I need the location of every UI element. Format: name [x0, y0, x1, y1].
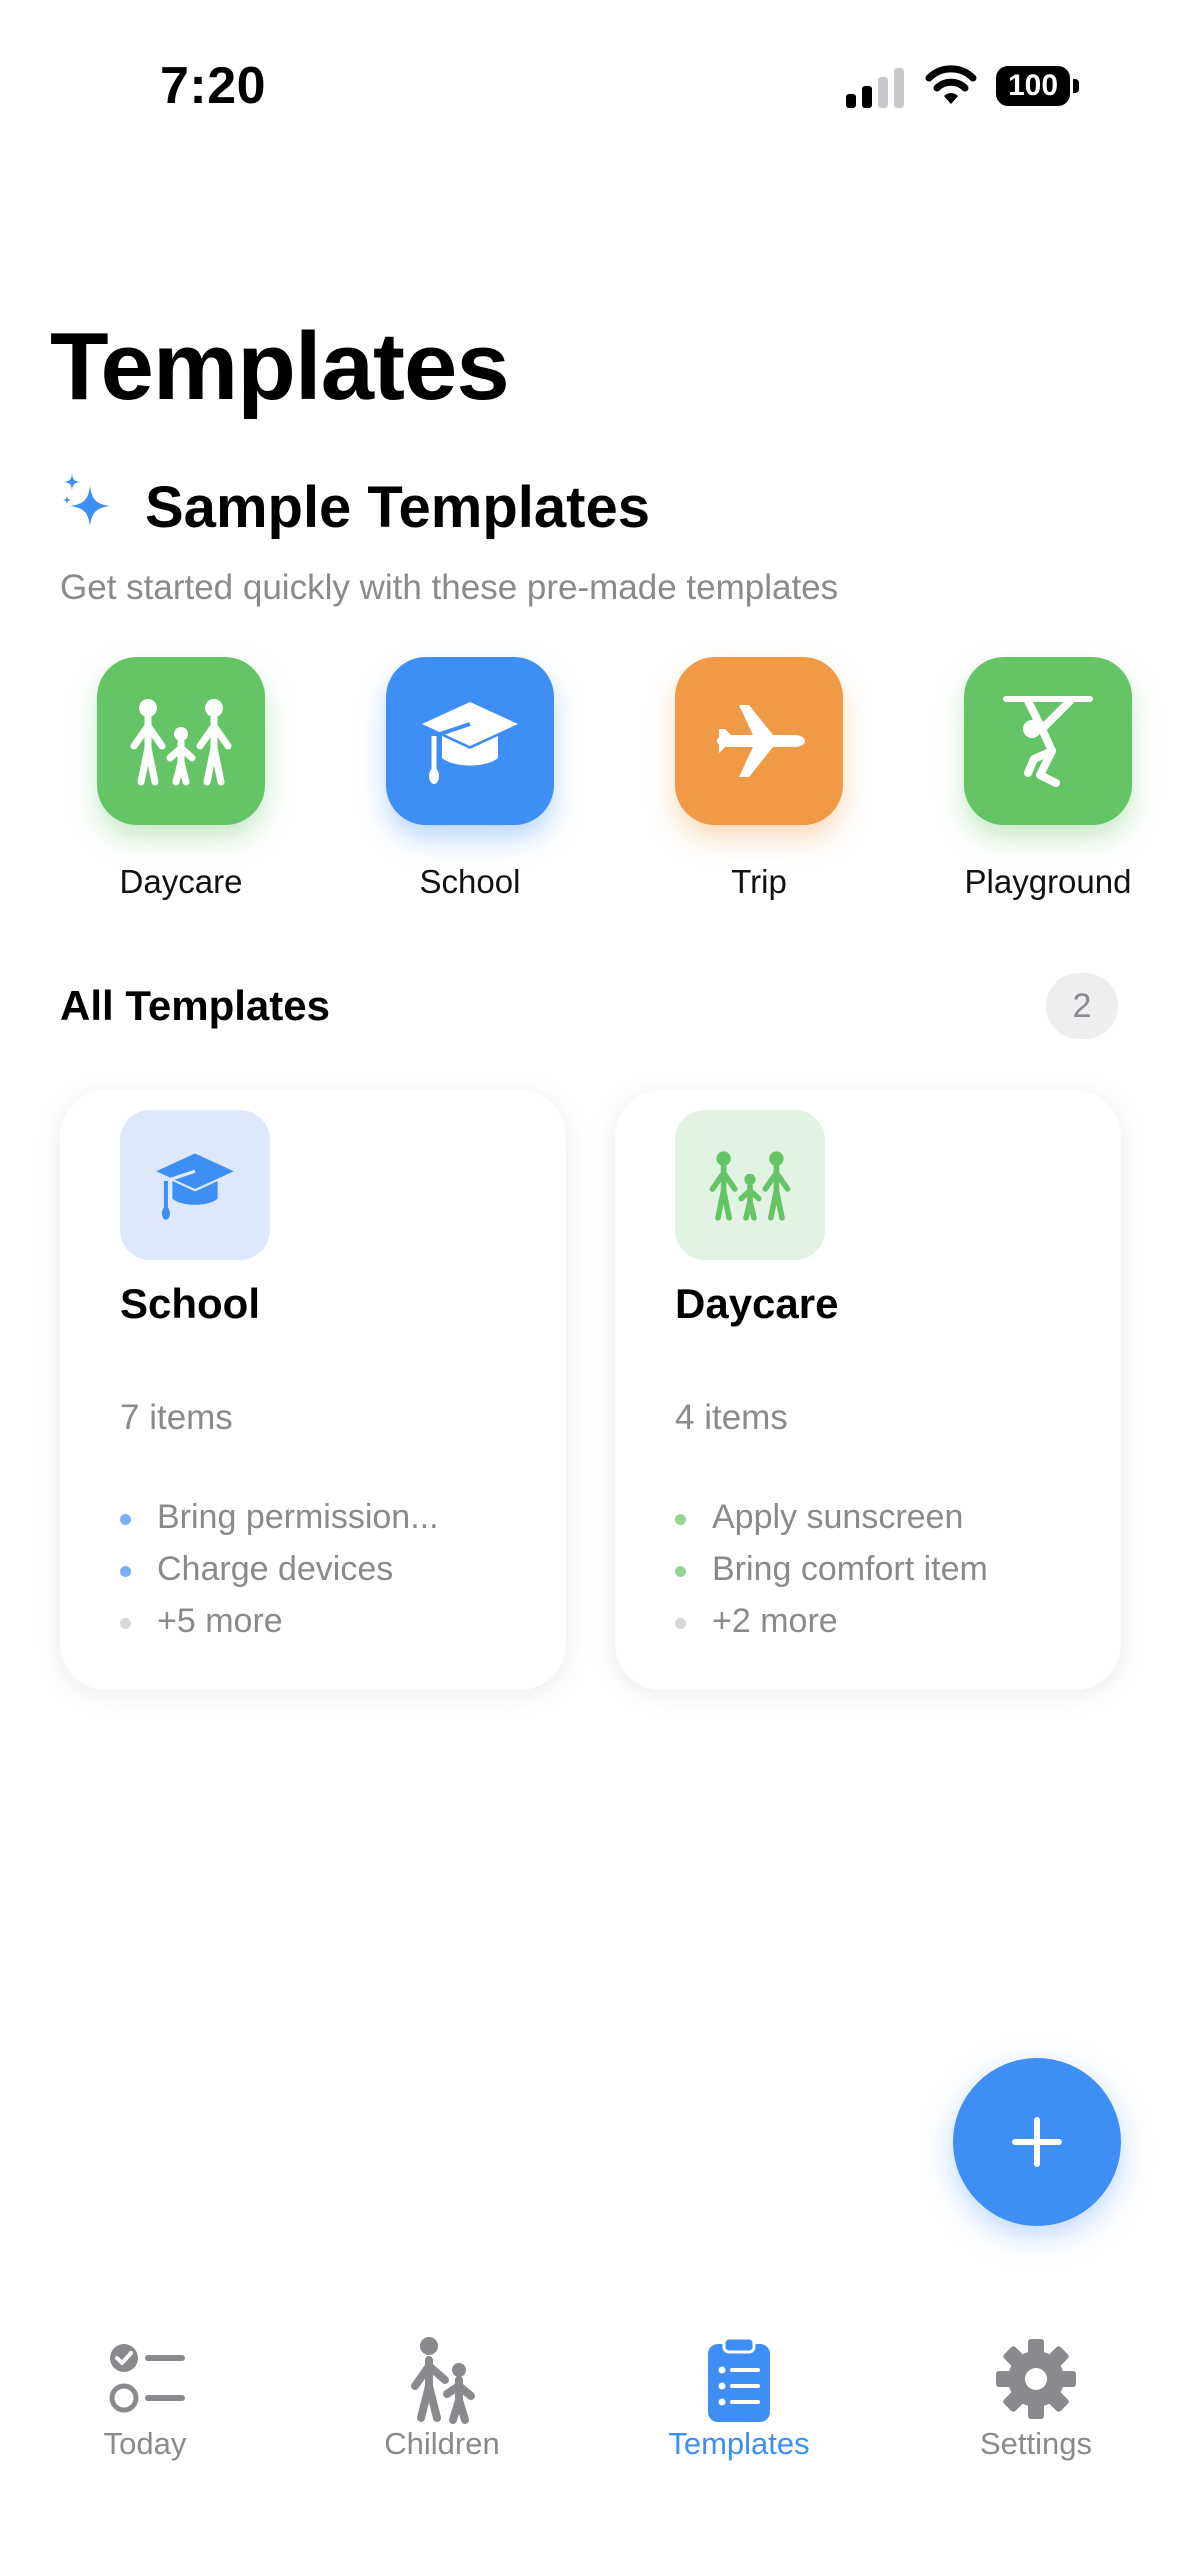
sample-template-school[interactable]: School	[325, 657, 615, 907]
tab-children[interactable]: Children	[327, 2320, 557, 2480]
card-item-count: 4 items	[675, 1398, 788, 1437]
checklist-icon	[109, 2344, 185, 2413]
bullet-dot	[675, 1514, 686, 1525]
sample-template-label: Trip	[731, 863, 787, 900]
sample-template-playground[interactable]: Playground	[903, 657, 1179, 907]
tab-today[interactable]: Today	[30, 2320, 260, 2480]
parent-child-icon	[411, 2337, 475, 2424]
status-time: 7:20	[160, 57, 267, 115]
sample-template-trip[interactable]: Trip	[614, 657, 904, 907]
sample-templates-subtitle: Get started quickly with these pre-made …	[60, 568, 839, 607]
family-icon	[675, 1110, 825, 1260]
list-item: Bring comfort item	[675, 1550, 988, 1602]
add-template-button[interactable]	[953, 2058, 1121, 2226]
bullet-dot	[120, 1566, 131, 1577]
tab-label: Today	[103, 2426, 187, 2461]
battery-icon: 100	[996, 66, 1080, 108]
tab-templates[interactable]: Templates	[624, 2320, 854, 2480]
templates-count-badge: 2	[1046, 973, 1118, 1039]
graduation-cap-icon	[120, 1110, 270, 1260]
graduation-cap-icon	[386, 657, 554, 825]
card-item-list: Apply sunscreen Bring comfort item +2 mo…	[675, 1498, 988, 1654]
list-item-text: Charge devices	[157, 1550, 394, 1588]
list-item-text: +2 more	[712, 1602, 838, 1640]
sample-template-label: Daycare	[119, 863, 243, 900]
list-item-text: Apply sunscreen	[712, 1498, 964, 1536]
list-item-text: Bring permission...	[157, 1498, 439, 1536]
sample-template-label: Playground	[964, 863, 1132, 900]
bullet-dot	[120, 1514, 131, 1525]
sample-template-label: School	[419, 863, 521, 900]
list-item: +2 more	[675, 1602, 988, 1654]
battery-level: 100	[996, 66, 1070, 106]
wifi-icon	[925, 65, 977, 104]
page-title: Templates	[50, 313, 510, 420]
plus-icon	[1012, 2117, 1062, 2167]
tab-label: Templates	[668, 2426, 810, 2461]
bullet-dot	[675, 1618, 686, 1629]
list-item-text: +5 more	[157, 1602, 283, 1640]
list-item: +5 more	[120, 1602, 439, 1654]
card-item-count: 7 items	[120, 1398, 233, 1437]
sample-templates-title: Sample Templates	[145, 475, 651, 540]
tab-label: Children	[384, 2426, 500, 2461]
bullet-dot	[120, 1618, 131, 1629]
card-item-list: Bring permission... Charge devices +5 mo…	[120, 1498, 439, 1654]
family-icon	[97, 657, 265, 825]
all-templates-title: All Templates	[60, 982, 330, 1029]
template-card-school[interactable]: School 7 items Bring permission... Charg…	[60, 1090, 566, 1690]
sample-template-daycare[interactable]: Daycare	[36, 657, 326, 907]
list-item-text: Bring comfort item	[712, 1550, 988, 1588]
list-item: Apply sunscreen	[675, 1498, 988, 1550]
card-title: Daycare	[675, 1280, 839, 1327]
tab-label: Settings	[979, 2426, 1092, 2461]
gear-icon	[996, 2339, 1076, 2419]
clipboard-list-icon	[708, 2336, 770, 2422]
climbing-figure-icon	[964, 657, 1132, 825]
template-card-daycare[interactable]: Daycare 4 items Apply sunscreen Bring co…	[615, 1090, 1121, 1690]
list-item: Bring permission...	[120, 1498, 439, 1550]
sparkles-icon	[63, 474, 110, 526]
tab-settings[interactable]: Settings	[921, 2320, 1151, 2480]
cellular-signal-icon	[846, 68, 904, 108]
list-item: Charge devices	[120, 1550, 439, 1602]
bullet-dot	[675, 1566, 686, 1577]
card-title: School	[120, 1280, 261, 1327]
airplane-icon	[675, 657, 843, 825]
battery-tip	[1073, 79, 1079, 93]
